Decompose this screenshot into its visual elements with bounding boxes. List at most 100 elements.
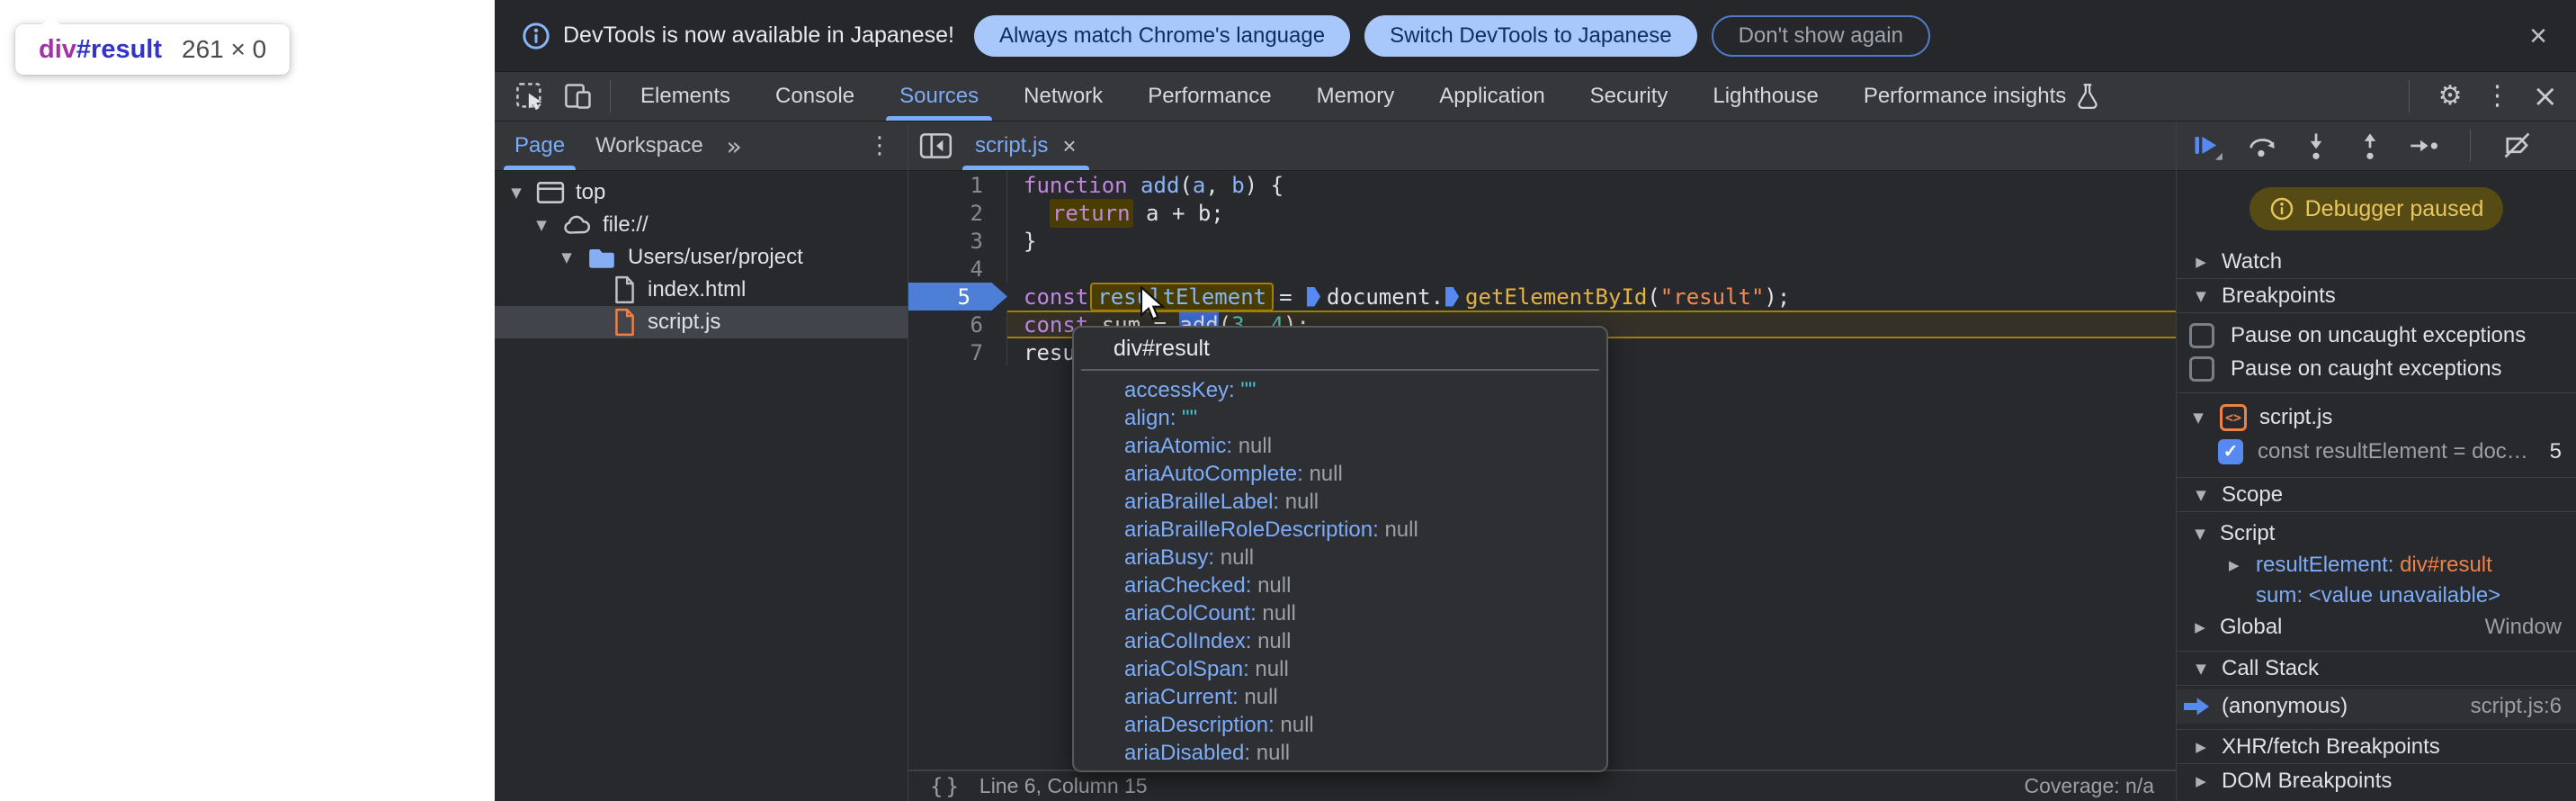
infobar-button-1[interactable]: Switch DevTools to Japanese	[1364, 15, 1697, 57]
step-icon[interactable]	[2409, 130, 2439, 161]
tooltip-caret	[39, 15, 64, 28]
line-number-7[interactable]: 7	[908, 338, 1007, 366]
pause-option-1[interactable]: Pause on caught exceptions	[2177, 352, 2576, 385]
tab-sources[interactable]: Sources	[877, 72, 1001, 121]
tree-item-Users-user-project[interactable]: ▼Users/user/project	[495, 241, 908, 274]
tab-application[interactable]: Application	[1417, 72, 1567, 121]
tree-expander-icon[interactable]: ▼	[558, 249, 576, 266]
tree-item-top[interactable]: ▼top	[495, 176, 908, 209]
line-number-1[interactable]: 1	[908, 171, 1007, 199]
collapse-sidebar-icon[interactable]	[919, 130, 953, 161]
device-toolbar-icon[interactable]	[563, 81, 594, 112]
step-out-icon[interactable]	[2355, 130, 2385, 161]
hovered-variable-token[interactable]: resultElement	[1090, 283, 1274, 311]
line-number-3[interactable]: 3	[908, 227, 1007, 255]
step-over-icon[interactable]	[2247, 130, 2277, 161]
tab-performance[interactable]: Performance	[1125, 72, 1293, 121]
line-number-6[interactable]: 6	[908, 310, 1007, 338]
scope-rows: ▼Script▶resultElement: div#resultsum: <v…	[2177, 512, 2576, 652]
line-content: }	[1007, 227, 2176, 255]
inspect-element-icon[interactable]	[514, 81, 545, 112]
xhr-expander-icon[interactable]: ▶	[2191, 739, 2211, 755]
more-tabs-icon[interactable]: »	[727, 131, 742, 161]
infobar-close-icon[interactable]: ×	[2520, 18, 2556, 54]
dom-expander-icon[interactable]: ▶	[2191, 773, 2211, 789]
step-into-icon[interactable]	[2301, 130, 2331, 161]
scope-group-script[interactable]: ▼Script	[2177, 518, 2576, 550]
section-breakpoints[interactable]: ▼ Breakpoints	[2177, 279, 2576, 313]
callstack-expander-icon[interactable]: ▼	[2191, 661, 2211, 677]
tab-network[interactable]: Network	[1001, 72, 1125, 121]
frame-location: script.js:6	[2471, 694, 2562, 719]
section-xhr-breakpoints[interactable]: ▶ XHR/fetch Breakpoints	[2177, 729, 2576, 763]
tab-lighthouse[interactable]: Lighthouse	[1690, 72, 1840, 121]
navigator-tab-page[interactable]: Page	[504, 122, 576, 170]
editor-tab-close-icon[interactable]: ×	[1062, 132, 1076, 160]
info-icon	[522, 22, 550, 50]
checkbox[interactable]	[2189, 356, 2214, 382]
breakpoint-snippet: const resultElement = doc…	[2258, 439, 2536, 464]
breakpoint-flag-line-5[interactable]: 5	[908, 283, 1007, 310]
tree-expander-icon[interactable]: ▼	[532, 217, 550, 233]
scope-variable-expander-icon[interactable]: ▶	[2229, 557, 2256, 573]
popup-property-ariaAutoComplete: ariaAutoComplete: null	[1124, 460, 1606, 488]
popup-property-ariaBrailleRoleDescription: ariaBrailleRoleDescription: null	[1124, 516, 1606, 544]
navigator-tabbar: PageWorkspace » ⋮	[495, 122, 908, 171]
debugger-paused-badge: Debugger paused	[2250, 187, 2503, 230]
active-frame-arrow-icon	[2184, 697, 2209, 716]
debugger-toolbar	[2177, 122, 2576, 171]
tab-memory[interactable]: Memory	[1294, 72, 1418, 121]
breakpoint-checkbox[interactable]: ✓	[2218, 439, 2243, 464]
deactivate-breakpoints-icon[interactable]	[2501, 130, 2534, 161]
tree-expander-icon[interactable]: ▼	[507, 184, 525, 201]
settings-gear-icon[interactable]: ⚙	[2438, 83, 2463, 110]
scope-group-expander-icon[interactable]: ▼	[2191, 526, 2209, 542]
resume-script-icon[interactable]	[2191, 130, 2223, 161]
mouse-cursor	[1137, 286, 1167, 322]
scope-expander-icon[interactable]: ▼	[2191, 487, 2211, 503]
breakpoints-title: Breakpoints	[2222, 284, 2336, 309]
infobar-button-0[interactable]: Always match Chrome's language	[974, 15, 1350, 57]
pause-option-0[interactable]: Pause on uncaught exceptions	[2177, 319, 2576, 352]
inline-step-marker-icon[interactable]	[1445, 287, 1459, 307]
tab-security[interactable]: Security	[1568, 72, 1691, 121]
navigator-tab-workspace[interactable]: Workspace	[585, 122, 714, 170]
line-number-2[interactable]: 2	[908, 199, 1007, 227]
tab-performance-insights[interactable]: Performance insights	[1841, 72, 2121, 121]
breakpoints-expander-icon[interactable]: ▼	[2191, 288, 2211, 304]
scope-variable-resultElement[interactable]: ▶resultElement: div#result	[2177, 550, 2576, 580]
tree-item-index-html[interactable]: index.html	[495, 274, 908, 306]
inline-step-marker-icon[interactable]	[1307, 287, 1320, 307]
callstack-frame[interactable]: (anonymous)script.js:6	[2177, 689, 2576, 724]
scope-group-global[interactable]: ▶GlobalWindow	[2177, 611, 2576, 644]
breakpoint-file-name: script.js	[2259, 405, 2332, 430]
devtools-tabbar: ElementsConsoleSourcesNetworkPerformance…	[495, 72, 2576, 122]
tab-console[interactable]: Console	[753, 72, 877, 121]
popup-property-ariaColSpan: ariaColSpan: null	[1124, 655, 1606, 683]
kebab-menu-icon[interactable]: ⋮	[2484, 83, 2511, 110]
infobar-button-2[interactable]: Don't show again	[1712, 15, 1930, 57]
popup-property-ariaColIndex: ariaColIndex: null	[1124, 627, 1606, 655]
editor-tab-scriptjs[interactable]: script.js ×	[961, 122, 1091, 170]
line-number-4[interactable]: 4	[908, 255, 1007, 283]
section-callstack[interactable]: ▼ Call Stack	[2177, 652, 2576, 686]
tree-item-file-[interactable]: ▼file://	[495, 209, 908, 241]
scope-variable-sum[interactable]: sum: <value unavailable>	[2177, 580, 2576, 611]
breakpoint-group-expander-icon[interactable]: ▼	[2189, 410, 2207, 426]
navigator-menu-icon[interactable]: ⋮	[868, 134, 891, 158]
checkbox[interactable]	[2189, 323, 2214, 348]
breakpoint-entry[interactable]: ✓const resultElement = doc…5	[2177, 435, 2576, 468]
paused-badge-label: Debugger paused	[2305, 196, 2484, 222]
section-dom-breakpoints[interactable]: ▶ DOM Breakpoints	[2177, 763, 2576, 797]
section-watch[interactable]: ▶ Watch	[2177, 245, 2576, 279]
devtools-close-icon[interactable]: ×	[2533, 81, 2559, 112]
watch-expander-icon[interactable]: ▶	[2191, 254, 2211, 270]
breakpoint-file-group[interactable]: ▼ <> script.js	[2177, 400, 2576, 435]
infobar-buttons: Always match Chrome's language Switch Dev…	[974, 15, 1945, 57]
tree-item-script-js[interactable]: script.js	[495, 306, 908, 338]
pretty-print-icon[interactable]: {}	[930, 774, 962, 799]
section-scope[interactable]: ▼ Scope	[2177, 478, 2576, 512]
tab-elements[interactable]: Elements	[618, 72, 753, 121]
scope-group-expander-icon[interactable]: ▶	[2191, 619, 2209, 635]
pause-exception-options: Pause on uncaught exceptionsPause on cau…	[2177, 313, 2576, 393]
